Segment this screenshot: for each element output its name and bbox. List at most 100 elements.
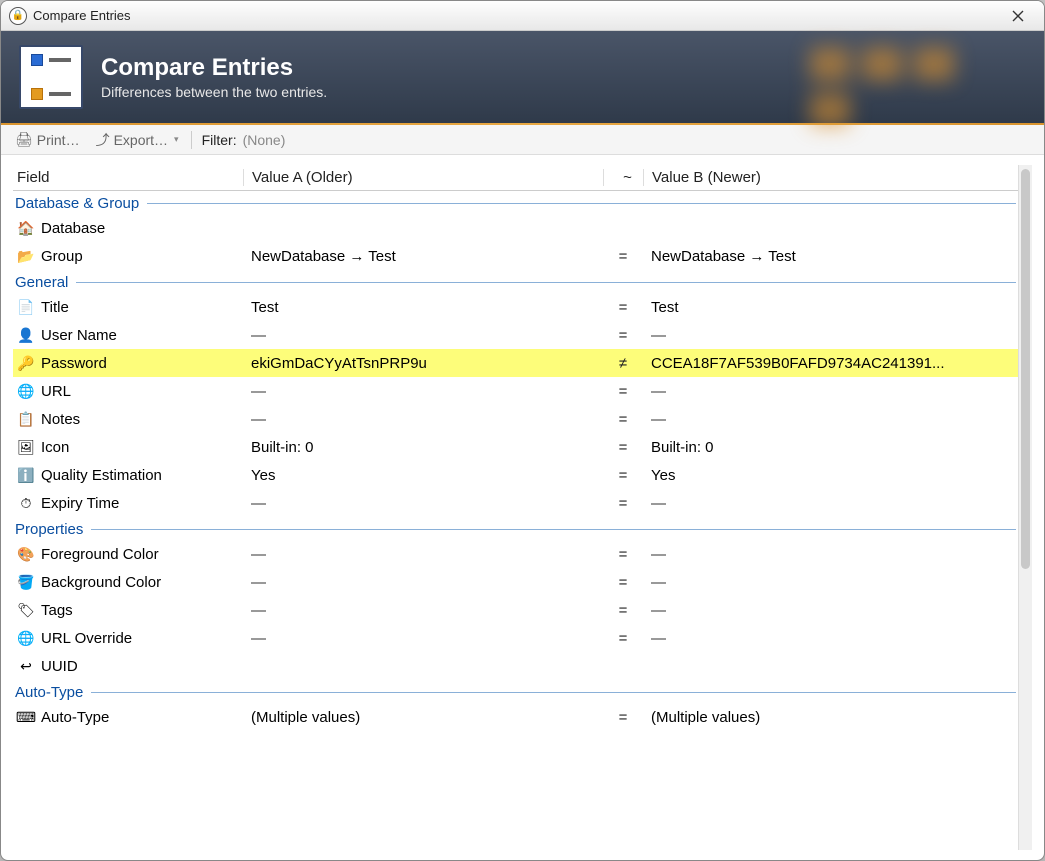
- field-label: Password: [41, 355, 107, 372]
- field-label: Background Color: [41, 574, 161, 591]
- value-a: NewDatabase → Test: [243, 248, 603, 265]
- section-label: General: [15, 274, 68, 291]
- globe-icon: 🌐: [17, 382, 35, 400]
- value-b: CCEA18F7AF539B0FAFD9734AC241391...: [643, 355, 1018, 372]
- image-icon: 🖼: [17, 438, 35, 456]
- sym: ≠: [603, 355, 643, 372]
- field-label: UUID: [41, 658, 78, 675]
- row-bgcolor[interactable]: 🪣Background Color — = —: [13, 568, 1018, 596]
- row-title[interactable]: 📄Title Test = Test: [13, 293, 1018, 321]
- row-fgcolor[interactable]: 🎨Foreground Color — = —: [13, 540, 1018, 568]
- sym: =: [603, 574, 643, 591]
- keyboard-icon: ⌨: [17, 708, 35, 726]
- row-password[interactable]: 🔑 Password ekiGmDaCYyAtTsnPRP9u ≠ CCEA18F…: [13, 349, 1018, 377]
- print-icon: 🖨: [15, 131, 33, 148]
- value-b: (Multiple values): [643, 709, 1018, 726]
- field-label: URL Override: [41, 630, 132, 647]
- value-a: —: [243, 327, 603, 344]
- row-tags[interactable]: 🏷Tags — = —: [13, 596, 1018, 624]
- section-general: General: [13, 270, 1018, 293]
- value-a: —: [243, 495, 603, 512]
- sym: =: [603, 327, 643, 344]
- field-label: Title: [41, 299, 69, 316]
- value-b: Yes: [643, 467, 1018, 484]
- banner-subtitle: Differences between the two entries.: [101, 84, 327, 100]
- banner-title: Compare Entries: [101, 54, 327, 82]
- row-group[interactable]: 📂Group NewDatabase → Test = NewDatabase …: [13, 242, 1018, 270]
- filter-value[interactable]: (None): [243, 132, 286, 148]
- field-label: Expiry Time: [41, 495, 119, 512]
- row-url[interactable]: 🌐URL — = —: [13, 377, 1018, 405]
- row-autotype[interactable]: ⌨Auto-Type (Multiple values) = (Multiple…: [13, 703, 1018, 731]
- print-button[interactable]: 🖨 Print…: [7, 129, 88, 150]
- value-a: —: [243, 602, 603, 619]
- close-icon: [1012, 10, 1024, 22]
- value-a: —: [243, 574, 603, 591]
- sym: =: [603, 248, 643, 265]
- compare-icon: [19, 45, 83, 109]
- sym: =: [603, 383, 643, 400]
- sym: =: [603, 709, 643, 726]
- window-title: Compare Entries: [33, 8, 1000, 23]
- header-sym[interactable]: ~: [603, 169, 643, 186]
- value-b: —: [643, 383, 1018, 400]
- value-b: Built-in: 0: [643, 439, 1018, 456]
- sym: =: [603, 602, 643, 619]
- field-label: Group: [41, 248, 83, 265]
- sym: =: [603, 630, 643, 647]
- lock-icon: 🔒: [9, 7, 27, 25]
- chevron-down-icon: ▾: [174, 134, 179, 145]
- key-icon: 🔑: [17, 354, 35, 372]
- field-label: Icon: [41, 439, 69, 456]
- field-label: Quality Estimation: [41, 467, 162, 484]
- sym: =: [603, 411, 643, 428]
- field-label: URL: [41, 383, 71, 400]
- scrollbar-thumb[interactable]: [1021, 169, 1030, 569]
- card-icon: 📄: [17, 298, 35, 316]
- bucket-icon: 🪣: [17, 573, 35, 591]
- section-db-group: Database & Group: [13, 191, 1018, 214]
- field-label: User Name: [41, 327, 117, 344]
- row-expiry[interactable]: ⏱Expiry Time — = —: [13, 489, 1018, 517]
- header-field[interactable]: Field: [13, 169, 243, 186]
- row-notes[interactable]: 📋Notes — = —: [13, 405, 1018, 433]
- globe-icon: 🌐: [17, 629, 35, 647]
- user-icon: 👤: [17, 326, 35, 344]
- grid-header: Field Value A (Older) ~ Value B (Newer): [13, 165, 1018, 191]
- row-username[interactable]: 👤User Name — = —: [13, 321, 1018, 349]
- print-label: Print…: [37, 132, 80, 148]
- export-button[interactable]: ⤴ Export… ▾: [88, 128, 187, 152]
- field-label: Foreground Color: [41, 546, 159, 563]
- section-autotype: Auto-Type: [13, 680, 1018, 703]
- row-database[interactable]: 🏠Database: [13, 214, 1018, 242]
- value-a: Test: [243, 299, 603, 316]
- section-properties: Properties: [13, 517, 1018, 540]
- scrollbar[interactable]: [1018, 165, 1032, 850]
- value-b: Test: [643, 299, 1018, 316]
- section-label: Database & Group: [15, 195, 139, 212]
- value-a: Yes: [243, 467, 603, 484]
- field-label: Database: [41, 220, 105, 237]
- value-a: —: [243, 630, 603, 647]
- tag-icon: 🏷: [17, 601, 35, 619]
- value-b: NewDatabase → Test: [643, 248, 1018, 265]
- value-a: —: [243, 411, 603, 428]
- close-button[interactable]: [1000, 5, 1036, 27]
- sym: =: [603, 495, 643, 512]
- row-icon[interactable]: 🖼Icon Built-in: 0 = Built-in: 0: [13, 433, 1018, 461]
- sym: =: [603, 546, 643, 563]
- info-icon: ℹ️: [17, 466, 35, 484]
- row-quality[interactable]: ℹ️Quality Estimation Yes = Yes: [13, 461, 1018, 489]
- value-a: Built-in: 0: [243, 439, 603, 456]
- clipboard-icon: 📋: [17, 410, 35, 428]
- header-value-b[interactable]: Value B (Newer): [643, 169, 1018, 186]
- value-b: —: [643, 411, 1018, 428]
- filter-label: Filter:: [202, 132, 237, 148]
- value-a: ekiGmDaCYyAtTsnPRP9u: [243, 355, 603, 372]
- header-value-a[interactable]: Value A (Older): [243, 169, 603, 186]
- toolbar-separator: [191, 131, 192, 149]
- row-uuid[interactable]: ↩UUID: [13, 652, 1018, 680]
- field-label: Tags: [41, 602, 73, 619]
- row-urloverride[interactable]: 🌐URL Override — = —: [13, 624, 1018, 652]
- export-icon: ⤴: [96, 130, 110, 150]
